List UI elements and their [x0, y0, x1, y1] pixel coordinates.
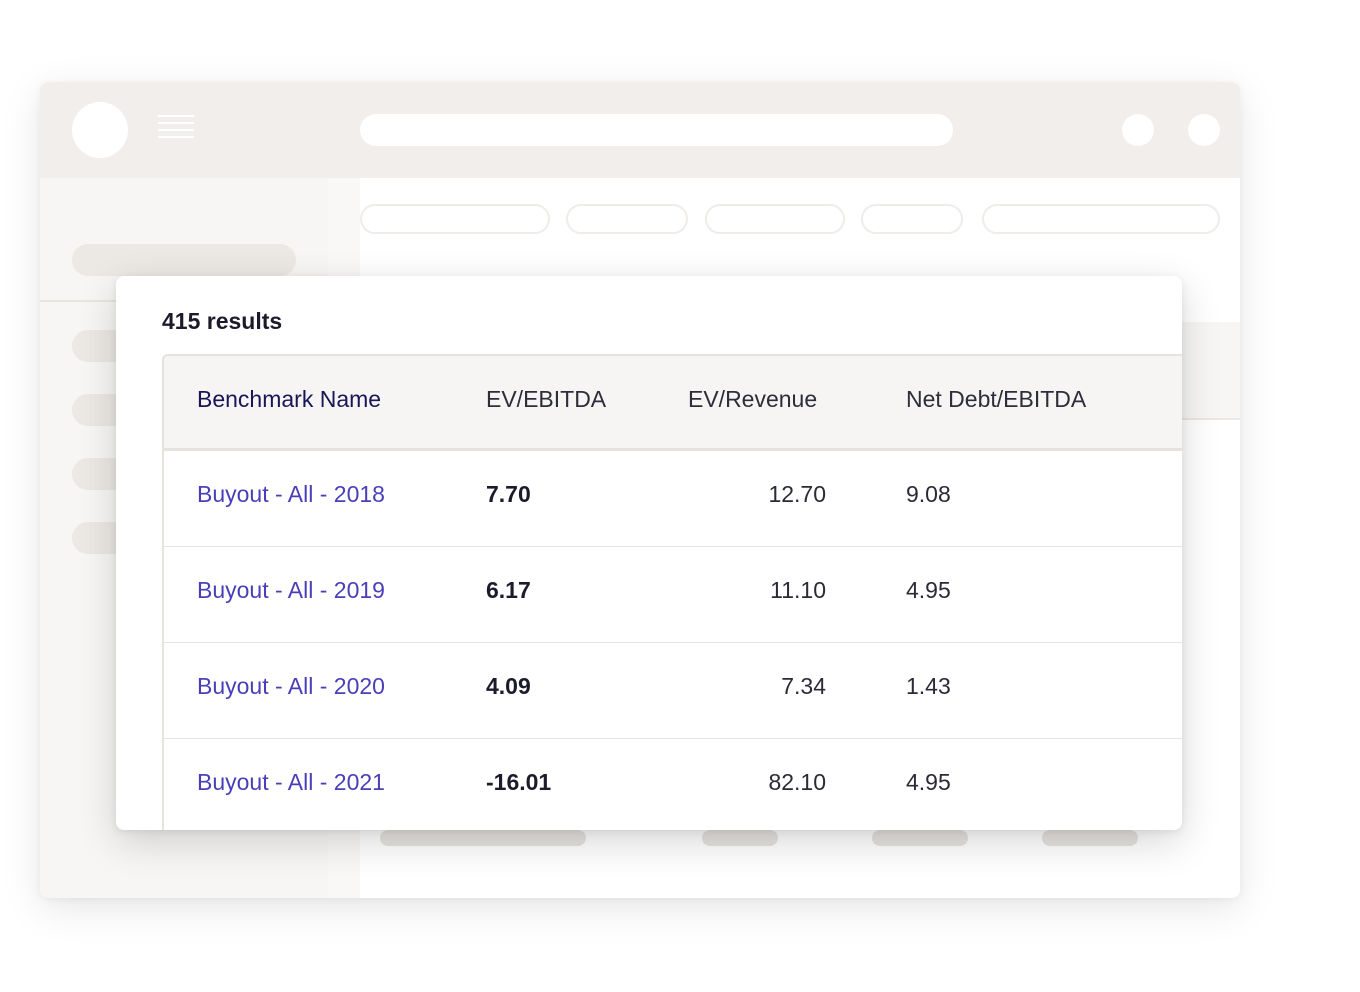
column-header-net-debt-ebitda[interactable]: Net Debt/EBITDA: [906, 386, 1086, 413]
benchmark-table: Benchmark Name EV/EBITDA EV/Revenue Net …: [162, 354, 1182, 830]
table-row[interactable]: Buyout - All - 2019 6.17 11.10 4.95: [164, 547, 1182, 643]
placeholder-bar: [872, 830, 968, 846]
avatar[interactable]: [72, 102, 128, 158]
results-card: 415 results Benchmark Name EV/EBITDA EV/…: [116, 276, 1182, 830]
profile-icon[interactable]: [1188, 114, 1220, 146]
ev-ebitda-value: 6.17: [486, 577, 531, 603]
top-bar: [40, 82, 1240, 178]
search-bar[interactable]: [360, 114, 953, 146]
filter-chip[interactable]: [705, 204, 845, 234]
column-header-ev-ebitda[interactable]: EV/EBITDA: [486, 386, 606, 413]
ev-revenue-value: 11.10: [770, 577, 826, 603]
benchmark-name-link[interactable]: Buyout - All - 2020: [197, 673, 385, 700]
screen: 415 results Benchmark Name EV/EBITDA EV/…: [0, 0, 1360, 992]
filter-chip[interactable]: [861, 204, 963, 234]
net-debt-ebitda-value: 9.08: [906, 481, 951, 507]
results-count: 415 results: [162, 308, 283, 334]
column-header-ev-revenue[interactable]: EV/Revenue: [688, 386, 817, 413]
ev-ebitda-value: 4.09: [486, 673, 531, 699]
net-debt-ebitda-value: 1.43: [906, 673, 951, 699]
placeholder-bar: [380, 830, 586, 846]
column-header-benchmark-name[interactable]: Benchmark Name: [197, 386, 381, 413]
ev-revenue-value: 82.10: [768, 769, 826, 795]
benchmark-name-link[interactable]: Buyout - All - 2018: [197, 481, 385, 508]
table-row[interactable]: Buyout - All - 2021 -16.01 82.10 4.95: [164, 739, 1182, 830]
placeholder-bar: [1042, 830, 1138, 846]
sidebar-item-placeholder[interactable]: [72, 244, 296, 276]
filter-chip[interactable]: [566, 204, 688, 234]
notification-icon[interactable]: [1122, 114, 1154, 146]
benchmark-name-link[interactable]: Buyout - All - 2021: [197, 769, 385, 796]
ev-revenue-value: 12.70: [768, 481, 826, 507]
hamburger-menu-icon[interactable]: [158, 115, 194, 145]
ev-ebitda-value: 7.70: [486, 481, 531, 507]
net-debt-ebitda-value: 4.95: [906, 577, 951, 603]
ev-revenue-value: 7.34: [781, 673, 826, 699]
table-row[interactable]: Buyout - All - 2018 7.70 12.70 9.08: [164, 451, 1182, 547]
ev-ebitda-value: -16.01: [486, 769, 552, 795]
placeholder-bar: [702, 830, 778, 846]
benchmark-name-link[interactable]: Buyout - All - 2019: [197, 577, 385, 604]
filter-chip[interactable]: [360, 204, 550, 234]
filter-chip[interactable]: [982, 204, 1220, 234]
net-debt-ebitda-value: 4.95: [906, 769, 951, 795]
table-row[interactable]: Buyout - All - 2020 4.09 7.34 1.43: [164, 643, 1182, 739]
table-header: Benchmark Name EV/EBITDA EV/Revenue Net …: [164, 356, 1182, 451]
